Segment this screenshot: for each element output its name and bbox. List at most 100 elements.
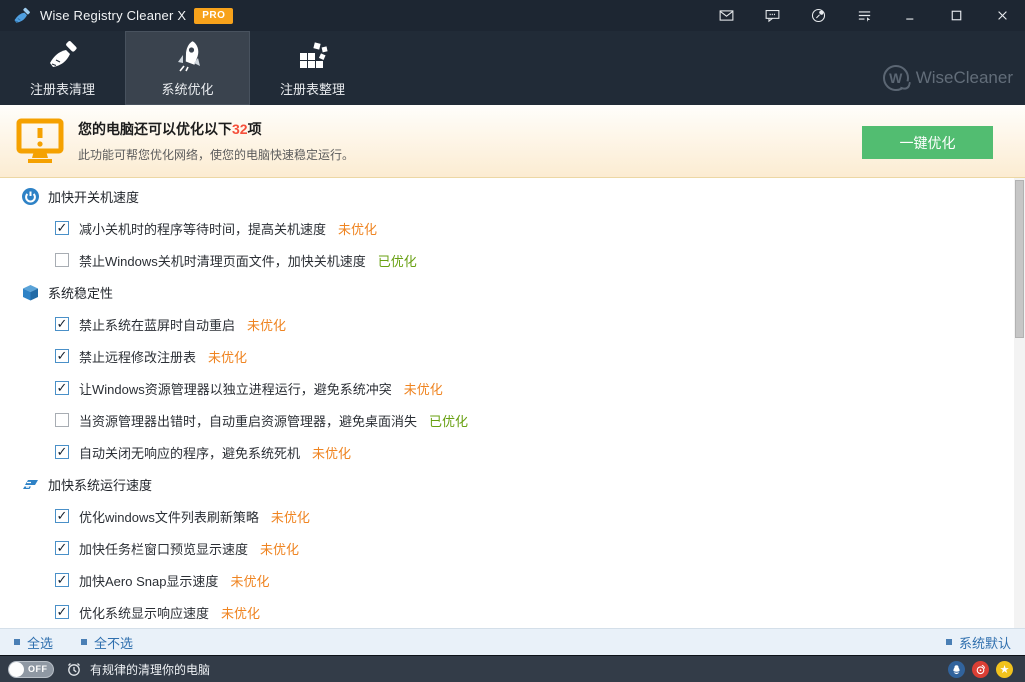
system-default-link[interactable]: 系统默认 <box>946 633 1011 652</box>
list-item: 让Windows资源管理器以独立进程运行，避免系统冲突 未优化 <box>0 372 1025 404</box>
item-status: 未优化 <box>230 571 269 590</box>
close-button[interactable] <box>979 0 1025 31</box>
bullet-icon <box>946 639 952 645</box>
item-checkbox[interactable] <box>55 253 69 267</box>
section-items: 禁止系统在蓝屏时自动重启 未优化 禁止远程修改注册表 未优化 让Windows资… <box>0 308 1025 468</box>
section-items: 优化windows文件列表刷新策略 未优化 加快任务栏窗口预览显示速度 未优化 … <box>0 500 1025 628</box>
optimization-banner: 您的电脑还可以优化以下32项 此功能可帮您优化网络，使您的电脑快速稳定运行。 一… <box>0 105 1025 178</box>
alarm-clock-icon <box>66 661 82 677</box>
schedule-toggle[interactable]: OFF <box>8 661 54 678</box>
window-title: Wise Registry Cleaner X <box>40 8 186 23</box>
item-label: 优化系统显示响应速度 <box>79 603 209 622</box>
list-item: 自动关闭无响应的程序，避免系统死机 未优化 <box>0 436 1025 468</box>
section-header: 加快开关机速度 <box>0 180 1025 212</box>
section-title: 加快系统运行速度 <box>48 475 152 494</box>
tab-registry-defrag[interactable]: 注册表整理 <box>250 31 375 105</box>
item-status: 已优化 <box>378 251 417 270</box>
item-checkbox[interactable] <box>55 381 69 395</box>
section-header: 加快系统运行速度 <box>0 468 1025 500</box>
select-all-link[interactable]: 全选 <box>14 633 53 652</box>
mail-icon[interactable] <box>703 0 749 31</box>
titlebar: Wise Registry Cleaner X PRO <box>0 0 1025 31</box>
item-label: 禁止Windows关机时清理页面文件，加快关机速度 <box>79 251 366 270</box>
toggle-knob <box>9 662 24 677</box>
banner-text: 您的电脑还可以优化以下32项 此功能可帮您优化网络，使您的电脑快速稳定运行。 <box>78 119 354 163</box>
favorite-star-icon[interactable]: ★ <box>996 661 1013 678</box>
item-status: 未优化 <box>221 603 260 622</box>
item-label: 禁止远程修改注册表 <box>79 347 196 366</box>
one-click-optimize-button[interactable]: 一键优化 <box>862 126 993 159</box>
item-status: 未优化 <box>247 315 286 334</box>
item-status: 未优化 <box>312 443 351 462</box>
section: 加快系统运行速度 优化windows文件列表刷新策略 未优化 加快任务栏窗口预览… <box>0 468 1025 628</box>
list-item: 禁止Windows关机时清理页面文件，加快关机速度 已优化 <box>0 244 1025 276</box>
status-bar: OFF 有规律的清理你的电脑 ★ <box>0 655 1025 682</box>
item-label: 优化windows文件列表刷新策略 <box>79 507 259 526</box>
tools-icon[interactable] <box>795 0 841 31</box>
item-checkbox[interactable] <box>55 541 69 555</box>
minimize-button[interactable] <box>887 0 933 31</box>
feedback-icon[interactable] <box>749 0 795 31</box>
power-icon <box>22 188 39 205</box>
wisecleaner-logo-icon: W <box>883 65 909 91</box>
section-header: 系统稳定性 <box>0 276 1025 308</box>
optimization-list: 加快开关机速度 减小关机时的程序等待时间，提高关机速度 未优化 禁止Window… <box>0 178 1025 628</box>
scrollbar-track[interactable] <box>1014 178 1025 628</box>
item-label: 加快Aero Snap显示速度 <box>79 571 218 590</box>
qq-share-icon[interactable] <box>948 661 965 678</box>
section-items: 减小关机时的程序等待时间，提高关机速度 未优化 禁止Windows关机时清理页面… <box>0 212 1025 276</box>
item-status: 未优化 <box>260 539 299 558</box>
optimizable-count: 32 <box>232 121 248 137</box>
defrag-icon <box>295 39 331 73</box>
social-links: ★ <box>948 661 1017 678</box>
item-label: 禁止系统在蓝屏时自动重启 <box>79 315 235 334</box>
status-message: 有规律的清理你的电脑 <box>90 661 210 678</box>
tab-registry-cleaner[interactable]: 注册表清理 <box>0 31 125 105</box>
section-title: 系统稳定性 <box>48 283 113 302</box>
list-item: 禁止系统在蓝屏时自动重启 未优化 <box>0 308 1025 340</box>
list-item: 当资源管理器出错时，自动重启资源管理器，避免桌面消失 已优化 <box>0 404 1025 436</box>
item-checkbox[interactable] <box>55 573 69 587</box>
item-label: 自动关闭无响应的程序，避免系统死机 <box>79 443 300 462</box>
item-checkbox[interactable] <box>55 317 69 331</box>
banner-title: 您的电脑还可以优化以下32项 <box>78 119 354 139</box>
brand: W WiseCleaner <box>883 65 1013 91</box>
select-none-link[interactable]: 全不选 <box>81 633 133 652</box>
item-checkbox[interactable] <box>55 413 69 427</box>
section: 加快开关机速度 减小关机时的程序等待时间，提高关机速度 未优化 禁止Window… <box>0 180 1025 276</box>
menu-icon[interactable] <box>841 0 887 31</box>
tabbar: 注册表清理 系统优化 注册表整理 W WiseCleaner <box>0 31 1025 105</box>
brand-text: WiseCleaner <box>916 68 1013 88</box>
item-checkbox[interactable] <box>55 445 69 459</box>
item-label: 加快任务栏窗口预览显示速度 <box>79 539 248 558</box>
item-checkbox[interactable] <box>55 509 69 523</box>
tab-label: 注册表整理 <box>280 79 345 98</box>
weibo-share-icon[interactable] <box>972 661 989 678</box>
tab-label: 注册表清理 <box>30 79 95 98</box>
rocket-icon <box>170 39 206 73</box>
app-logo-icon <box>12 6 32 26</box>
item-checkbox[interactable] <box>55 605 69 619</box>
section: 系统稳定性 禁止系统在蓝屏时自动重启 未优化 禁止远程修改注册表 未优化 让Wi… <box>0 276 1025 468</box>
tab-system-tuneup[interactable]: 系统优化 <box>125 31 250 105</box>
item-status: 未优化 <box>271 507 310 526</box>
maximize-button[interactable] <box>933 0 979 31</box>
item-status: 未优化 <box>404 379 443 398</box>
monitor-alert-icon <box>16 118 64 164</box>
list-item: 加快任务栏窗口预览显示速度 未优化 <box>0 532 1025 564</box>
item-status: 未优化 <box>338 219 377 238</box>
item-label: 当资源管理器出错时，自动重启资源管理器，避免桌面消失 <box>79 411 417 430</box>
list-item: 加快Aero Snap显示速度 未优化 <box>0 564 1025 596</box>
item-status: 已优化 <box>429 411 468 430</box>
optimization-list-area: 加快开关机速度 减小关机时的程序等待时间，提高关机速度 未优化 禁止Window… <box>0 178 1025 628</box>
item-checkbox[interactable] <box>55 349 69 363</box>
footer-bar: 全选 全不选 系统默认 <box>0 628 1025 655</box>
cube-icon <box>22 284 39 301</box>
banner-subtitle: 此功能可帮您优化网络，使您的电脑快速稳定运行。 <box>78 146 354 163</box>
list-item: 优化windows文件列表刷新策略 未优化 <box>0 500 1025 532</box>
item-checkbox[interactable] <box>55 221 69 235</box>
scrollbar-thumb[interactable] <box>1015 180 1024 338</box>
list-item: 减小关机时的程序等待时间，提高关机速度 未优化 <box>0 212 1025 244</box>
list-item: 优化系统显示响应速度 未优化 <box>0 596 1025 628</box>
speed-icon <box>22 476 39 493</box>
